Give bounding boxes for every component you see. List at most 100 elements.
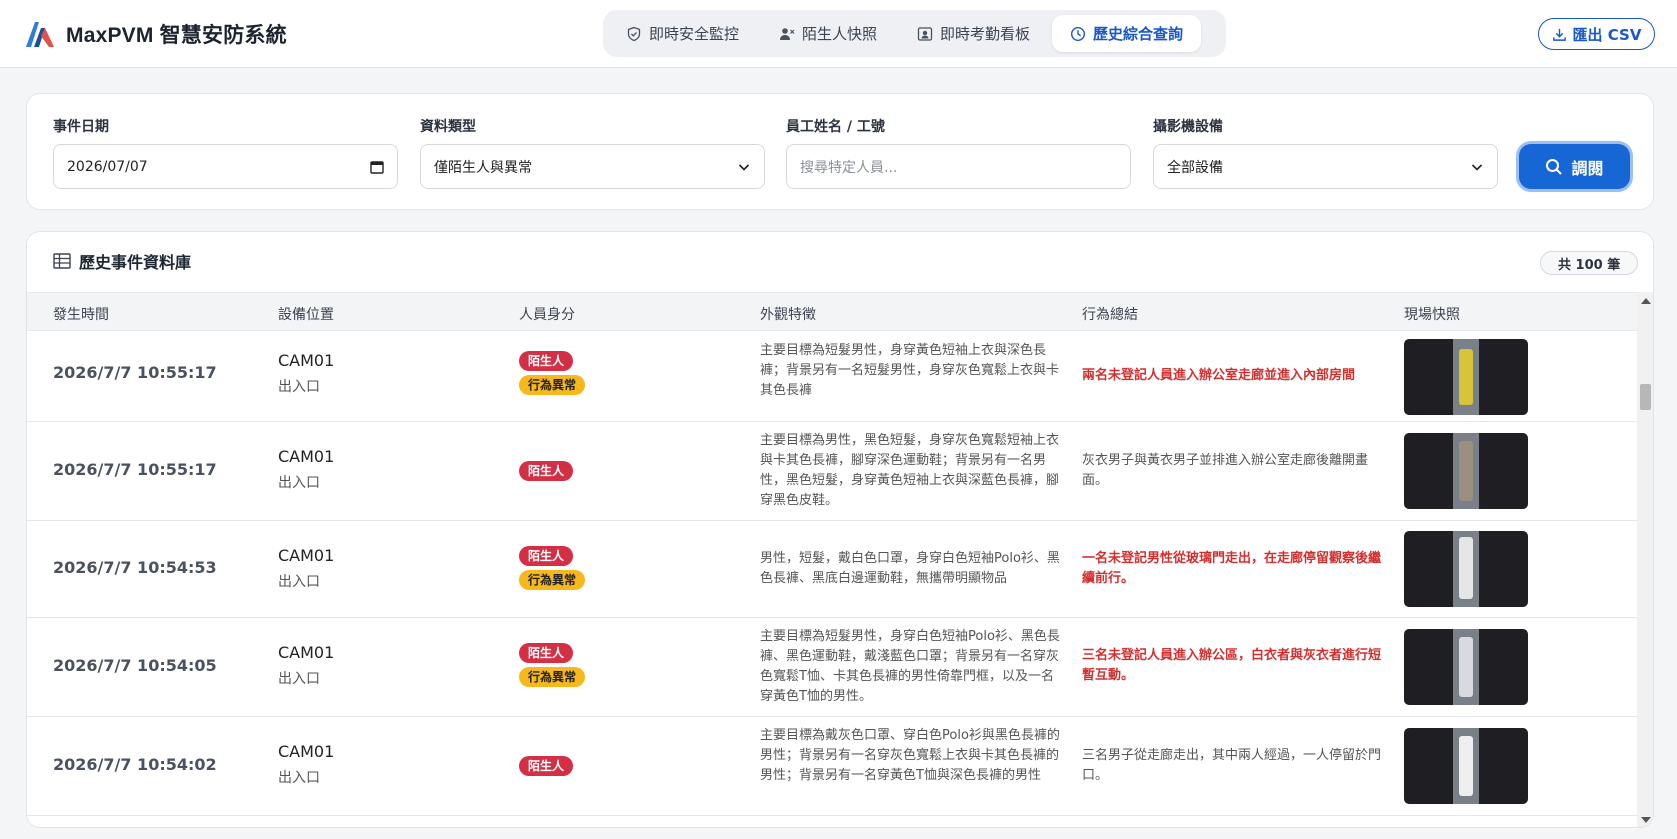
scroll-thumb[interactable]: [1640, 384, 1651, 410]
appearance-text: 男性，短髮，戴白色口罩，身穿白色短袖Polo衫、黑色長褲、黑底白邊運動鞋，無攜帶…: [760, 551, 1060, 586]
device-id: CAM01: [278, 643, 335, 662]
tab-label: 陌生人快照: [802, 25, 878, 43]
column-header: 外觀特徵: [760, 307, 816, 323]
table-row[interactable]: 2026/7/7 10:54:05 CAM01 出入口 陌生人 行為異常 主要目…: [27, 618, 1637, 717]
type-value: 僅陌生人與異常: [434, 159, 532, 176]
table-icon: [53, 253, 71, 269]
scene-snapshot[interactable]: [1404, 433, 1528, 509]
appearance-text: 主要目標為男性，黑色短髮，身穿灰色寬鬆短袖上衣與卡其色長褲，腳穿深色運動鞋；背景…: [760, 433, 1060, 508]
table-title: 歷史事件資料庫: [79, 253, 192, 272]
chevron-down-icon: [1471, 163, 1483, 171]
id-card-icon: [917, 26, 933, 41]
device-cell: CAM01 出入口: [278, 742, 334, 787]
type-filter: 資料類型 僅陌生人與異常: [420, 116, 765, 189]
employee-label: 員工姓名 / 工號: [786, 119, 885, 135]
column-header: 現場快照: [1404, 307, 1460, 323]
appearance-text: 主要目標為短髮男性，身穿黃色短袖上衣與深色長褲；背景另有一名短髮男性，身穿灰色寬…: [760, 343, 1060, 398]
tab-label: 歷史綜合查詢: [1093, 25, 1184, 43]
employee-filter: 員工姓名 / 工號 搜尋特定人員...: [786, 116, 1131, 189]
column-header: 發生時間: [53, 307, 109, 323]
device-id: CAM01: [278, 351, 335, 370]
device-location: 出入口: [278, 770, 320, 786]
scroll-down-arrow[interactable]: [1641, 817, 1651, 823]
behavior-summary: 灰衣男子與黃衣男子並排進入辦公室走廊後離開畫面。: [1082, 453, 1369, 488]
search-label: 調閱: [1571, 158, 1604, 178]
brand[interactable]: MaxPVM 智慧安防系統: [24, 16, 287, 52]
date-filter: 事件日期 2026/07/07: [53, 116, 398, 189]
device-cell: CAM01 出入口: [278, 351, 334, 396]
scroll-up-arrow[interactable]: [1641, 298, 1651, 304]
search-icon: [1546, 158, 1563, 175]
tab-history-query[interactable]: 歷史綜合查詢: [1052, 15, 1202, 52]
logo-icon: [26, 22, 54, 47]
stranger-badge: 陌生人: [519, 756, 574, 776]
camera-label: 攝影機設備: [1153, 119, 1223, 135]
tab-stranger-snapshots[interactable]: 陌生人快照: [761, 15, 895, 52]
camera-select[interactable]: 全部設備: [1153, 144, 1498, 189]
identity-cell: 陌生人: [519, 461, 574, 481]
main-nav: 即時安全監控 陌生人快照 即時考勤看板 歷史綜合查詢: [603, 10, 1226, 57]
top-bar: MaxPVM 智慧安防系統 即時安全監控 陌生人快照 即時考勤看板 歷史綜合查詢…: [0, 0, 1677, 68]
table-row[interactable]: 2026/7/7 10:54:53 CAM01 出入口 陌生人 行為異常 男性，…: [27, 521, 1637, 618]
download-icon: [1552, 28, 1566, 41]
user-x-icon: [780, 27, 795, 40]
tab-label: 即時安全監控: [649, 25, 740, 43]
column-header: 行為總結: [1082, 307, 1138, 323]
scene-snapshot[interactable]: [1404, 728, 1528, 804]
stranger-badge: 陌生人: [519, 546, 574, 566]
tab-attendance-board[interactable]: 即時考勤看板: [899, 15, 1048, 52]
calendar-icon[interactable]: [370, 160, 384, 174]
filter-panel: 事件日期 2026/07/07 資料類型 僅陌生人與異常 員工姓名 / 工號 搜…: [26, 93, 1654, 210]
event-time: 2026/7/7 10:55:17: [53, 460, 217, 479]
type-label: 資料類型: [420, 119, 476, 135]
date-value: 2026/07/07: [67, 158, 148, 175]
table-row[interactable]: 2026/7/7 10:55:17 CAM01 出入口 陌生人 主要目標為男性，…: [27, 422, 1637, 521]
scene-snapshot[interactable]: [1404, 629, 1528, 705]
table-row[interactable]: 2026/7/7 10:54:02 CAM01 出入口 陌生人 主要目標為戴灰色…: [27, 717, 1637, 816]
export-label: 匯出 CSV: [1572, 25, 1642, 44]
scene-snapshot[interactable]: [1404, 531, 1528, 607]
date-label: 事件日期: [53, 119, 109, 135]
record-count-badge: 共 100 筆: [1540, 251, 1639, 275]
identity-cell: 陌生人: [519, 756, 574, 776]
employee-search-input[interactable]: 搜尋特定人員...: [786, 144, 1131, 189]
device-id: CAM01: [278, 447, 335, 466]
type-select[interactable]: 僅陌生人與異常: [420, 144, 765, 189]
device-id: CAM01: [278, 546, 335, 565]
camera-filter: 攝影機設備 全部設備: [1153, 116, 1498, 189]
table-scrollbar[interactable]: [1637, 292, 1653, 827]
device-cell: CAM01 出入口: [278, 546, 334, 591]
clock-icon: [1071, 26, 1086, 41]
event-time: 2026/7/7 10:54:02: [53, 755, 217, 774]
shield-icon: [627, 26, 641, 41]
device-location: 出入口: [278, 379, 320, 395]
device-location: 出入口: [278, 671, 320, 687]
abnormal-badge: 行為異常: [519, 667, 586, 687]
chevron-down-icon: [738, 163, 750, 171]
device-cell: CAM01 出入口: [278, 643, 334, 688]
abnormal-badge: 行為異常: [519, 375, 586, 395]
table-body: 2026/7/7 10:55:17 CAM01 出入口 陌生人 行為異常 主要目…: [27, 331, 1637, 827]
export-csv-button[interactable]: 匯出 CSV: [1538, 18, 1655, 50]
stranger-badge: 陌生人: [519, 643, 574, 663]
search-button[interactable]: 調閱: [1519, 144, 1630, 189]
event-time: 2026/7/7 10:54:53: [53, 558, 217, 577]
table-row[interactable]: 2026/7/7 10:55:17 CAM01 出入口 陌生人 行為異常 主要目…: [27, 331, 1637, 422]
stranger-badge: 陌生人: [519, 351, 574, 371]
employee-placeholder: 搜尋特定人員...: [800, 159, 898, 176]
appearance-text: 主要目標為戴灰色口罩、穿白色Polo衫與黑色長褲的男性；背景另有一名穿灰色寬鬆上…: [760, 728, 1060, 783]
device-location: 出入口: [278, 574, 320, 590]
app-title: MaxPVM 智慧安防系統: [66, 24, 287, 47]
identity-cell: 陌生人 行為異常: [519, 643, 586, 687]
column-header: 人員身分: [519, 307, 575, 323]
table-header: 歷史事件資料庫: [53, 249, 191, 273]
identity-cell: 陌生人 行為異常: [519, 546, 586, 590]
scene-snapshot[interactable]: [1404, 339, 1528, 415]
behavior-summary: 三名男子從走廊走出，其中兩人經過，一人停留於門口。: [1082, 748, 1382, 783]
date-input[interactable]: 2026/07/07: [53, 144, 398, 189]
history-table-card: 歷史事件資料庫 共 100 筆 發生時間 設備位置 人員身分 外觀特徵 行為總結…: [26, 231, 1654, 828]
tab-live-monitor[interactable]: 即時安全監控: [608, 15, 757, 52]
event-time: 2026/7/7 10:55:17: [53, 363, 217, 382]
device-cell: CAM01 出入口: [278, 447, 334, 492]
abnormal-badge: 行為異常: [519, 570, 586, 590]
